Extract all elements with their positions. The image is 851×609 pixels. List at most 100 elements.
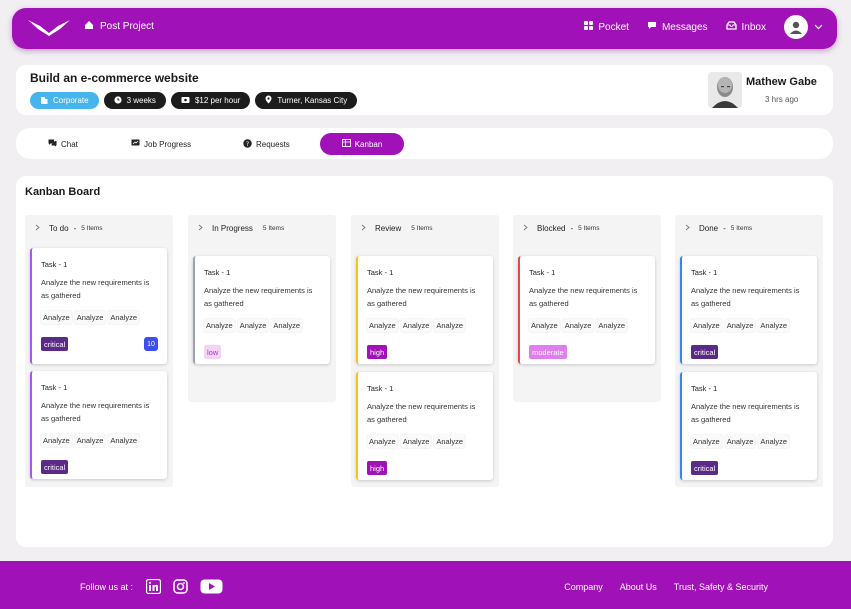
chevron-right-icon[interactable] [361, 224, 366, 233]
project-header: Build an e-commerce website Corporate 3 … [16, 65, 833, 115]
task-tag: Analyze [596, 319, 628, 332]
task-title: Task - 1 [41, 383, 68, 392]
column-header[interactable]: Done - 5 Items [675, 215, 823, 242]
location-pin-icon [265, 95, 272, 106]
progress-icon [131, 139, 140, 149]
tab-job-progress[interactable]: Job Progress [121, 133, 201, 155]
column-name: Done [699, 224, 719, 233]
nav-inbox[interactable]: Inbox [725, 21, 766, 33]
column-in-progress: In Progress 5 Items Task - 1 Analyze the… [188, 215, 336, 402]
footer-link-company[interactable]: Company [564, 582, 603, 592]
task-description: Analyze the new requirements is as gathe… [367, 286, 476, 308]
column-header[interactable]: To do - 5 Items [25, 215, 173, 242]
task-tag: Analyze [434, 319, 466, 332]
priority-badge: critical [691, 461, 719, 475]
nav-pocket[interactable]: Pocket [584, 21, 629, 33]
owner-avatar[interactable] [708, 72, 742, 108]
column-todo: To do - 5 Items Task - 1 Analyze the new… [25, 215, 173, 487]
task-tag: Analyze [367, 435, 398, 448]
nav-messages-label: Messages [661, 21, 708, 33]
column-count: 5 Items [81, 225, 103, 232]
tab-job-progress-label: Job Progress [144, 139, 192, 149]
task-card[interactable]: Task - 1 Analyze the new requirements is… [680, 256, 817, 364]
priority-badge: critical [691, 345, 719, 359]
column-separator: - [73, 224, 77, 233]
nav-messages[interactable]: Messages [647, 21, 708, 33]
task-title: Task - 1 [367, 268, 394, 277]
task-description: Analyze the new requirements is as gathe… [367, 402, 476, 424]
task-tag: Analyze [367, 319, 398, 332]
task-tag: Analyze [562, 319, 594, 332]
chip-duration-label: 3 weeks [126, 96, 156, 105]
youtube-icon[interactable] [200, 579, 223, 599]
column-header[interactable]: In Progress 5 Items [188, 215, 336, 242]
svg-text:?: ? [246, 140, 249, 148]
chevron-down-icon[interactable] [814, 22, 823, 33]
task-card[interactable]: Task - 1 Analyze the new requirements is… [680, 372, 817, 480]
chip-duration: 3 weeks [103, 92, 166, 109]
task-card[interactable]: Task - 1 Analyze the new requirements is… [193, 256, 330, 364]
post-project-link[interactable]: Post Project [84, 20, 154, 33]
chat-bubble-icon [647, 21, 657, 33]
project-tabs: Chat Job Progress ? Requests Kanban [16, 128, 833, 159]
home-icon [84, 20, 94, 33]
question-icon: ? [243, 138, 252, 150]
grid-icon [584, 21, 594, 33]
user-menu[interactable] [784, 15, 823, 39]
post-project-label: Post Project [100, 21, 154, 32]
task-tag: Analyze [74, 311, 106, 324]
task-description: Analyze the new requirements is as gathe… [41, 401, 150, 423]
column-review: Review 5 Items Task - 1 Analyze the new … [351, 215, 499, 487]
clock-icon [113, 95, 122, 106]
chip-location: Turner, Kansas City [255, 92, 358, 109]
task-card[interactable]: Task - 1 Analyze the new requirements is… [30, 248, 167, 364]
task-title: Task - 1 [204, 268, 231, 277]
instagram-icon[interactable] [173, 579, 188, 599]
column-name: To do [49, 224, 69, 233]
chip-category: Corporate [30, 92, 99, 109]
nav-inbox-label: Inbox [741, 21, 766, 33]
column-name: Blocked [537, 224, 566, 233]
task-title: Task - 1 [367, 384, 394, 393]
priority-badge: moderate [529, 345, 567, 359]
chevron-right-icon[interactable] [523, 224, 528, 233]
task-card[interactable]: Task - 1 Analyze the new requirements is… [356, 256, 493, 364]
owner-name[interactable]: Mathew Gabe [746, 76, 817, 88]
linkedin-icon[interactable] [145, 578, 162, 599]
tab-kanban[interactable]: Kanban [320, 133, 404, 155]
task-description: Analyze the new requirements is as gathe… [529, 286, 638, 308]
task-card[interactable]: Task - 1 Analyze the new requirements is… [518, 256, 655, 364]
tab-chat[interactable]: Chat [38, 133, 88, 155]
task-tag: Analyze [41, 434, 72, 447]
task-card[interactable]: Task - 1 Analyze the new requirements is… [30, 371, 167, 479]
chevron-right-icon[interactable] [35, 224, 40, 233]
top-navbar: Post Project Pocket Messages Inbox [12, 8, 837, 49]
task-tag: Analyze [400, 435, 432, 448]
task-tag: Analyze [400, 319, 432, 332]
task-card[interactable]: Task - 1 Analyze the new requirements is… [356, 372, 493, 480]
column-blocked: Blocked - 5 Items Task - 1 Analyze the n… [513, 215, 661, 402]
tab-requests[interactable]: ? Requests [233, 133, 300, 155]
board-title: Kanban Board [25, 186, 101, 198]
column-name: Review [375, 224, 402, 233]
brand-logo[interactable] [26, 17, 72, 42]
column-count: 5 Items [411, 225, 433, 232]
tab-chat-label: Chat [61, 139, 78, 149]
task-description: Analyze the new requirements is as gathe… [691, 402, 800, 424]
task-tag: Analyze [41, 311, 72, 324]
tab-kanban-label: Kanban [354, 139, 383, 149]
task-tag: Analyze [108, 434, 140, 447]
task-tag: Analyze [691, 435, 722, 448]
footer: Follow us at : Company About Us Trust, S… [0, 561, 851, 609]
task-tag: Analyze [74, 434, 106, 447]
footer-link-trust-safety[interactable]: Trust, Safety & Security [674, 582, 768, 592]
footer-link-about[interactable]: About Us [620, 582, 657, 592]
column-header[interactable]: Blocked - 5 Items [513, 215, 661, 242]
chevron-right-icon[interactable] [685, 224, 690, 233]
follow-us-label: Follow us at : [80, 582, 134, 592]
column-header[interactable]: Review 5 Items [351, 215, 499, 242]
avatar[interactable] [784, 15, 808, 39]
task-tag: Analyze [724, 319, 756, 332]
chevron-right-icon[interactable] [198, 224, 203, 233]
task-tag: Analyze [758, 319, 790, 332]
